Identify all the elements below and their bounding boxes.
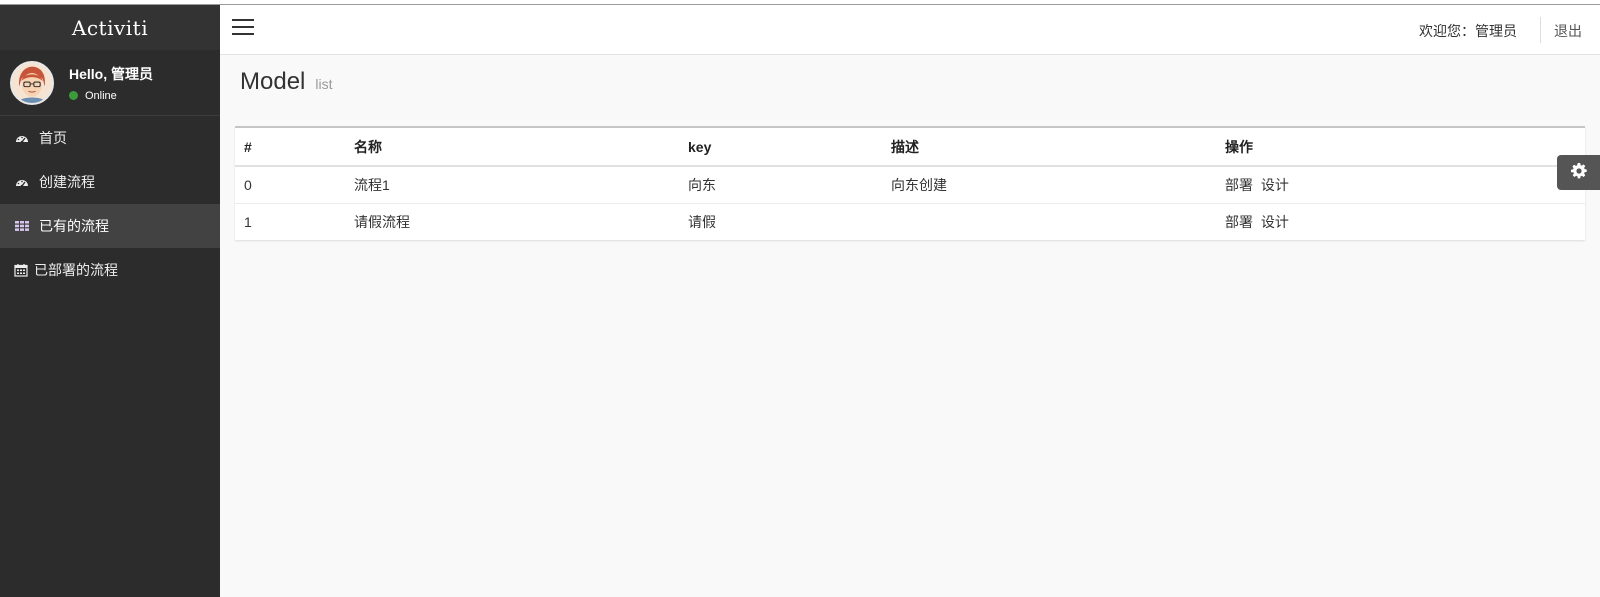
gear-icon — [1570, 163, 1587, 182]
logout-link[interactable]: 退出 — [1554, 21, 1582, 41]
sidebar-item-home[interactable]: 首页 — [0, 116, 220, 160]
user-greeting: Hello, 管理员 — [69, 65, 154, 82]
sidebar-item-label: 创建流程 — [39, 174, 95, 190]
cell-actions: 部署 设计 — [1216, 166, 1585, 204]
deploy-link[interactable]: 部署 — [1225, 177, 1253, 193]
sidebar: Activiti Hello, 管理员 Online 首页 创建流程 已有的流程… — [0, 5, 220, 597]
page-subtitle: list — [315, 76, 333, 92]
settings-toggle[interactable] — [1557, 155, 1600, 190]
table-row: 0 流程1 向东 向东创建 部署 设计 — [235, 166, 1585, 204]
cell-key: 请假 — [688, 213, 716, 230]
grid-icon — [15, 219, 29, 233]
dashboard-icon — [15, 175, 29, 189]
cell-actions: 部署 设计 — [1216, 203, 1585, 240]
calendar-icon — [14, 263, 28, 277]
sidebar-item-create-process[interactable]: 创建流程 — [0, 160, 220, 204]
column-header-description: 描述 — [882, 128, 1216, 167]
sidebar-item-label: 首页 — [39, 130, 67, 146]
avatar — [10, 60, 54, 105]
cell-index: 0 — [235, 166, 345, 204]
top-header: 欢迎您：管理员 退出 — [220, 5, 1600, 55]
sidebar-item-label: 已部署的流程 — [34, 262, 118, 278]
cell-description: 向东创建 — [882, 166, 1216, 204]
menu-toggle-icon[interactable] — [232, 19, 254, 37]
column-header-name: 名称 — [345, 128, 679, 167]
user-panel: Hello, 管理员 Online — [0, 50, 220, 116]
page-title: Model list — [240, 68, 333, 96]
table-row: 1 请假流程 请假 部署 设计 — [235, 203, 1585, 240]
design-link[interactable]: 设计 — [1261, 177, 1289, 193]
design-link[interactable]: 设计 — [1261, 214, 1289, 230]
divider — [1540, 17, 1541, 43]
sidebar-item-deployed-processes[interactable]: 已部署的流程 — [0, 248, 220, 292]
cell-index: 1 — [244, 213, 252, 230]
sidebar-nav: 首页 创建流程 已有的流程 已部署的流程 — [0, 116, 220, 292]
model-table: # 名称 key 描述 操作 0 流程1 向东 向东创建 部署 设计 1 请假流… — [235, 128, 1585, 240]
dashboard-icon — [15, 131, 29, 145]
cell-description — [882, 203, 1216, 240]
column-header-index: # — [235, 128, 345, 167]
cell-key: 向东 — [679, 166, 882, 204]
cell-name: 请假流程 — [354, 213, 410, 230]
user-status: Online — [69, 90, 153, 102]
brand-logo[interactable]: Activiti — [0, 5, 220, 50]
welcome-text: 欢迎您：管理员 — [1419, 23, 1517, 39]
online-status-icon — [69, 91, 78, 100]
page-title-text: Model — [240, 68, 306, 95]
deploy-link[interactable]: 部署 — [1225, 214, 1253, 230]
user-status-label: Online — [85, 89, 117, 102]
column-header-key: key — [679, 128, 882, 167]
model-list-panel: # 名称 key 描述 操作 0 流程1 向东 向东创建 部署 设计 1 请假流… — [235, 126, 1585, 240]
column-header-actions: 操作 — [1216, 128, 1585, 167]
sidebar-item-label: 已有的流程 — [39, 218, 109, 234]
table-header-row: # 名称 key 描述 操作 — [235, 128, 1585, 167]
cell-name: 流程1 — [345, 166, 679, 204]
sidebar-item-existing-processes[interactable]: 已有的流程 — [0, 204, 220, 248]
